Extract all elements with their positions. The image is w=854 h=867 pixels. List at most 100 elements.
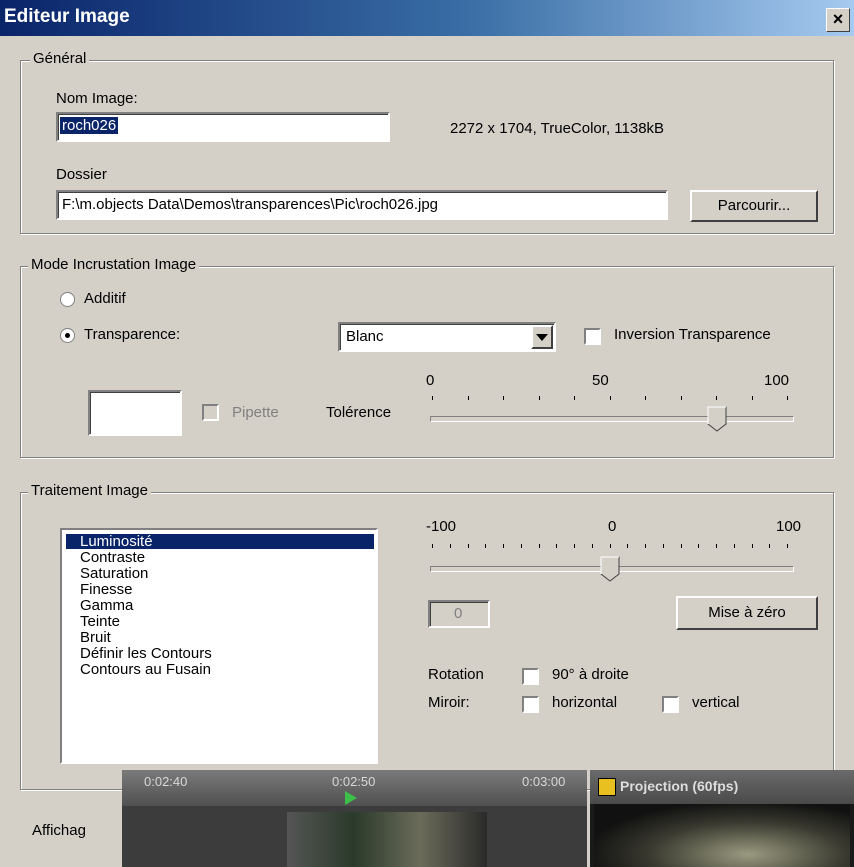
transparency-radio[interactable] (60, 328, 75, 343)
list-item[interactable]: Bruit (80, 630, 111, 645)
folder-label: Dossier (56, 166, 107, 183)
invert-label: Inversion Transparence (614, 326, 771, 343)
list-item[interactable]: Saturation (80, 566, 148, 581)
window-title: Editeur Image (4, 6, 130, 27)
mirror-horizontal-label: horizontal (552, 694, 618, 711)
tolerance-ticks (432, 396, 788, 402)
display-label: Affichag (32, 822, 86, 839)
slider-tick (432, 396, 433, 400)
color-select-value: Blanc (346, 328, 384, 345)
slider-tick (539, 544, 540, 548)
folder-value: F:\m.objects Data\Demos\transparences\Pi… (62, 196, 439, 213)
name-value: roch026 (60, 117, 119, 134)
list-item[interactable]: Contours au Fusain (80, 662, 211, 677)
slider-tick (610, 396, 611, 400)
timeline-overlay: 0:02:40 0:02:50 0:03:00 (122, 770, 587, 867)
adjust-scale-mid: 0 (608, 518, 617, 535)
mirror-horizontal-checkbox[interactable] (522, 696, 539, 713)
slider-tick (556, 544, 557, 548)
name-input[interactable]: roch026 (56, 112, 390, 142)
close-button[interactable]: × (826, 8, 850, 32)
adjust-value-field: 0 (428, 600, 490, 628)
title-bar: Editeur Image × (0, 0, 854, 36)
slider-tick (503, 396, 504, 400)
adjust-scale-max: 100 (776, 518, 802, 535)
slider-tick (787, 544, 788, 548)
incrustation-legend: Mode Incrustation Image (28, 256, 200, 273)
chevron-down-icon (536, 334, 548, 341)
list-item[interactable]: Définir les Contours (80, 646, 212, 661)
slider-tick (645, 544, 646, 548)
adjust-ticks (432, 544, 788, 550)
color-swatch[interactable] (88, 390, 182, 436)
adjust-value: 0 (454, 605, 463, 622)
slider-tick (468, 544, 469, 548)
slider-tick (468, 396, 469, 400)
tolerance-scale-mid: 50 (592, 372, 609, 389)
tolerance-scale-max: 100 (764, 372, 790, 389)
slider-tick (663, 544, 664, 548)
invert-checkbox[interactable] (584, 328, 601, 345)
pipette-checkbox (202, 404, 219, 421)
timeline-label-1: 0:02:40 (144, 774, 188, 789)
slider-tick (734, 544, 735, 548)
list-item[interactable]: Teinte (80, 614, 120, 629)
adjust-thumb[interactable] (600, 556, 620, 582)
name-label: Nom Image: (56, 90, 138, 107)
pipette-label: Pipette (232, 404, 279, 421)
additive-label: Additif (84, 290, 126, 307)
mirror-vertical-label: vertical (692, 694, 740, 711)
slider-tick (627, 544, 628, 548)
tolerance-track (430, 416, 794, 422)
close-icon: × (832, 9, 844, 29)
list-item[interactable]: Luminosité (66, 534, 374, 549)
image-info: 2272 x 1704, TrueColor, 1138kB (450, 120, 665, 137)
slider-tick (787, 396, 788, 400)
rotation-label: Rotation (428, 666, 484, 683)
list-item[interactable]: Contraste (80, 550, 145, 565)
reset-label: Mise à zéro (708, 604, 786, 621)
additive-radio[interactable] (60, 292, 75, 307)
rotation-checkbox[interactable] (522, 668, 539, 685)
slider-tick (769, 544, 770, 548)
playhead-icon[interactable] (344, 790, 358, 806)
slider-tick (432, 544, 433, 548)
tolerance-label: Tolérence (326, 404, 392, 421)
color-select[interactable]: Blanc (338, 322, 556, 352)
general-legend: Général (30, 50, 90, 67)
dropdown-button[interactable] (531, 325, 553, 349)
processing-list[interactable]: Luminosité Contraste Saturation Finesse Gamm… (60, 528, 378, 764)
projection-icon (598, 778, 616, 796)
mirror-label: Miroir: (428, 694, 470, 711)
processing-legend: Traitement Image (28, 482, 151, 499)
slider-tick (752, 544, 753, 548)
tolerance-scale-min: 0 (426, 372, 435, 389)
slider-tick (752, 396, 753, 400)
browse-button[interactable]: Parcourir... (690, 190, 818, 222)
mirror-vertical-checkbox[interactable] (662, 696, 679, 713)
folder-input[interactable]: F:\m.objects Data\Demos\transparences\Pi… (56, 190, 668, 220)
transparency-label: Transparence: (84, 326, 181, 343)
slider-tick (645, 396, 646, 400)
list-item[interactable]: Finesse (80, 582, 133, 597)
adjust-scale-min: -100 (426, 518, 457, 535)
slider-tick (539, 396, 540, 400)
browse-label: Parcourir... (717, 197, 791, 214)
timeline-clip[interactable] (287, 812, 487, 867)
slider-tick (610, 544, 611, 548)
slider-tick (716, 396, 717, 400)
projection-overlay: Projection (60fps) (590, 770, 854, 867)
slider-tick (450, 544, 451, 548)
projection-title: Projection (60fps) (620, 778, 739, 794)
tolerance-thumb[interactable] (707, 406, 727, 432)
reset-button[interactable]: Mise à zéro (676, 596, 818, 630)
rotation-option: 90° à droite (552, 666, 629, 683)
slider-tick (592, 544, 593, 548)
slider-tick (485, 544, 486, 548)
timeline-label-2: 0:02:50 (332, 774, 376, 789)
projection-preview (594, 804, 850, 867)
slider-tick (698, 544, 699, 548)
slider-tick (521, 544, 522, 548)
slider-tick (681, 544, 682, 548)
list-item[interactable]: Gamma (80, 598, 133, 613)
